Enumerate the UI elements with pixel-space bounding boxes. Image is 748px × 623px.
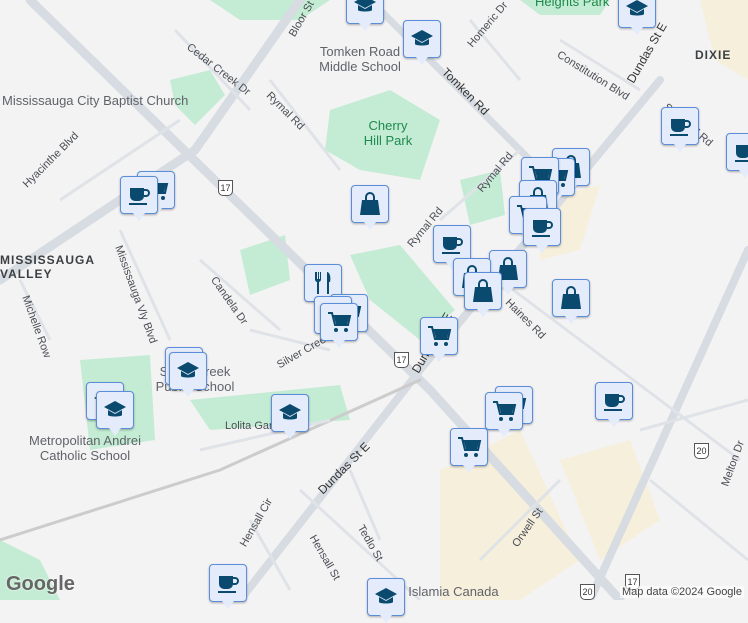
coffee-cup-icon <box>670 119 691 136</box>
map-marker-school[interactable] <box>618 0 656 35</box>
coffee-cup-icon <box>129 188 150 205</box>
map-marker-cart[interactable] <box>450 428 488 473</box>
highway-shield: 17 <box>394 352 409 368</box>
map-marker-school[interactable] <box>346 0 384 31</box>
coffee-cup-icon <box>735 145 748 162</box>
school-icon <box>104 401 126 417</box>
map-marker-coffee[interactable] <box>209 564 247 609</box>
shopping-bag-icon <box>561 286 581 309</box>
poi-metropolitan-school[interactable]: Metropolitan Andrei Catholic School <box>15 433 155 463</box>
highway-shield: 20 <box>580 584 595 600</box>
map-attribution[interactable]: Map data ©2024 Google <box>619 586 744 598</box>
coffee-cup-icon <box>442 237 463 254</box>
map-marker-cart[interactable] <box>420 317 458 362</box>
poi-church[interactable]: Mississauga City Baptist Church <box>2 93 188 108</box>
map-marker-school[interactable] <box>403 20 441 65</box>
map-marker-coffee[interactable] <box>661 107 699 152</box>
school-icon <box>354 0 376 12</box>
highway-shield: 17 <box>218 180 233 196</box>
map-marker-cart[interactable] <box>320 303 358 348</box>
poi-cherry-hill-park[interactable]: Cherry Hill Park <box>358 118 418 148</box>
shopping-cart-icon <box>328 312 352 332</box>
coffee-cup-icon <box>532 220 553 237</box>
map-marker-school[interactable] <box>96 391 134 436</box>
school-icon <box>177 362 199 378</box>
school-icon <box>411 30 433 46</box>
shopping-bag-icon <box>360 192 380 215</box>
map-canvas[interactable] <box>0 0 748 600</box>
shopping-cart-icon <box>428 326 452 346</box>
map-marker-coffee[interactable] <box>523 208 561 253</box>
restaurant-icon <box>315 272 331 294</box>
map-marker-bag[interactable] <box>351 185 389 230</box>
shopping-cart-icon <box>458 437 482 457</box>
map-marker-school[interactable] <box>271 394 309 439</box>
map-marker-bag[interactable] <box>552 279 590 324</box>
poi-tomken-school[interactable]: Tomken Road Middle School <box>300 44 420 74</box>
map-marker-school[interactable] <box>169 352 207 397</box>
area-label-dixie: DIXIE <box>695 48 732 62</box>
shopping-cart-icon <box>493 401 517 421</box>
map-marker-coffee[interactable] <box>726 133 748 178</box>
coffee-cup-icon <box>604 394 625 411</box>
poi-heights-park[interactable]: Heights Park <box>535 0 609 9</box>
map-marker-bag[interactable] <box>464 272 502 317</box>
map-marker-coffee[interactable] <box>595 382 633 427</box>
school-icon <box>626 0 648 16</box>
school-icon <box>279 404 301 420</box>
shopping-bag-icon <box>473 279 493 302</box>
map-marker-cart[interactable] <box>485 392 523 437</box>
google-logo: Google <box>6 573 75 595</box>
school-icon <box>375 588 397 604</box>
map-marker-school[interactable] <box>367 578 405 623</box>
coffee-cup-icon <box>218 576 239 593</box>
map-marker-coffee[interactable] <box>120 176 158 221</box>
area-label-mississauga-valley: MISSISSAUGA VALLEY <box>0 253 95 281</box>
highway-shield: 20 <box>694 443 709 459</box>
